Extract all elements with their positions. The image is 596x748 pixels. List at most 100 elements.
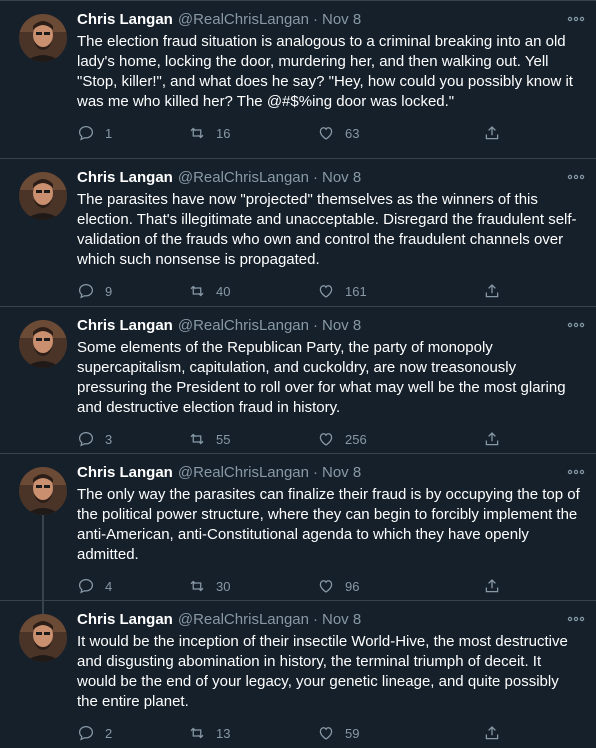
reply-count: 4: [105, 578, 113, 594]
share-button[interactable]: [483, 722, 501, 744]
reply-icon: [77, 430, 95, 448]
reply-icon: [77, 724, 95, 742]
like-button[interactable]: 63: [317, 122, 359, 144]
retweet-button[interactable]: 30: [188, 575, 230, 597]
avatar[interactable]: [19, 320, 67, 368]
reply-icon: [77, 577, 95, 595]
tweet-actions: 4 30 96: [77, 575, 517, 597]
tweet-actions: 1 16 63: [77, 122, 517, 144]
reply-count: 3: [105, 431, 113, 447]
share-icon: [483, 124, 501, 142]
retweet-icon: [188, 577, 206, 595]
tweet-text: The only way the parasites can finalize …: [77, 486, 580, 563]
like-count: 256: [345, 431, 367, 447]
reply-button[interactable]: 4: [77, 575, 112, 597]
tweet-text: It would be the inception of their insec…: [77, 633, 568, 710]
tweet[interactable]: Chris Langan @RealChrisLangan · Nov 8 Some …: [0, 306, 596, 453]
more-icon[interactable]: [567, 465, 585, 479]
tweet-header: Chris Langan @RealChrisLangan · Nov 8: [77, 610, 556, 630]
tweet-date[interactable]: Nov 8: [322, 169, 361, 186]
author-name[interactable]: Chris Langan: [77, 464, 173, 481]
author-name[interactable]: Chris Langan: [77, 11, 173, 28]
reply-count: 9: [105, 283, 113, 299]
retweet-button[interactable]: 16: [188, 122, 230, 144]
avatar[interactable]: [19, 14, 67, 62]
tweet-header: Chris Langan @RealChrisLangan · Nov 8: [77, 463, 556, 483]
retweet-count: 16: [216, 125, 231, 141]
retweet-count: 30: [216, 578, 231, 594]
heart-icon: [317, 124, 335, 142]
heart-icon: [317, 724, 335, 742]
share-button[interactable]: [483, 575, 501, 597]
retweet-icon: [188, 282, 206, 300]
share-icon: [483, 430, 501, 448]
share-icon: [483, 724, 501, 742]
share-button[interactable]: [483, 122, 501, 144]
share-button[interactable]: [483, 280, 501, 302]
author-name[interactable]: Chris Langan: [77, 317, 173, 334]
tweet-date[interactable]: Nov 8: [322, 611, 361, 628]
retweet-button[interactable]: 13: [188, 722, 230, 744]
heart-icon: [317, 577, 335, 595]
reply-count: 2: [105, 725, 113, 741]
retweet-count: 13: [216, 725, 231, 741]
author-handle[interactable]: @RealChrisLangan: [178, 169, 309, 186]
like-button[interactable]: 59: [317, 722, 359, 744]
reply-button[interactable]: 3: [77, 428, 112, 450]
retweet-count: 55: [216, 431, 231, 447]
reply-button[interactable]: 1: [77, 122, 112, 144]
retweet-icon: [188, 430, 206, 448]
tweet-text: Some elements of the Republican Party, t…: [77, 339, 566, 416]
header-separator: ·: [313, 169, 318, 186]
share-button[interactable]: [483, 428, 501, 450]
avatar[interactable]: [19, 172, 67, 220]
retweet-icon: [188, 124, 206, 142]
like-count: 161: [345, 283, 367, 299]
like-count: 63: [345, 125, 360, 141]
reply-button[interactable]: 9: [77, 280, 112, 302]
tweet-feed: Chris Langan @RealChrisLangan · Nov 8 The e…: [0, 0, 596, 748]
tweet-header: Chris Langan @RealChrisLangan · Nov 8: [77, 316, 556, 336]
header-separator: ·: [313, 611, 318, 628]
header-separator: ·: [313, 464, 318, 481]
reply-button[interactable]: 2: [77, 722, 112, 744]
heart-icon: [317, 282, 335, 300]
more-icon[interactable]: [567, 12, 585, 26]
retweet-button[interactable]: 55: [188, 428, 230, 450]
author-handle[interactable]: @RealChrisLangan: [178, 611, 309, 628]
tweet-date[interactable]: Nov 8: [322, 11, 361, 28]
tweet-actions: 3 55 256: [77, 428, 517, 450]
reply-icon: [77, 124, 95, 142]
tweet-date[interactable]: Nov 8: [322, 317, 361, 334]
tweet-header: Chris Langan @RealChrisLangan · Nov 8: [77, 10, 556, 30]
author-name[interactable]: Chris Langan: [77, 169, 173, 186]
reply-icon: [77, 282, 95, 300]
tweet[interactable]: Chris Langan @RealChrisLangan · Nov 8 It wo…: [0, 600, 596, 748]
more-icon[interactable]: [567, 170, 585, 184]
retweet-button[interactable]: 40: [188, 280, 230, 302]
like-button[interactable]: 256: [317, 428, 367, 450]
tweet-text: The parasites have now "projected" thems…: [77, 191, 577, 268]
avatar[interactable]: [19, 614, 67, 662]
author-name[interactable]: Chris Langan: [77, 611, 173, 628]
header-separator: ·: [313, 11, 318, 28]
tweet-actions: 2 13 59: [77, 722, 517, 744]
like-button[interactable]: 161: [317, 280, 367, 302]
tweet-actions: 9 40 161: [77, 280, 517, 302]
heart-icon: [317, 430, 335, 448]
header-separator: ·: [313, 317, 318, 334]
author-handle[interactable]: @RealChrisLangan: [178, 11, 309, 28]
more-icon[interactable]: [567, 318, 585, 332]
tweet[interactable]: Chris Langan @RealChrisLangan · Nov 8 The p…: [0, 158, 596, 306]
avatar[interactable]: [19, 467, 67, 515]
more-icon[interactable]: [567, 612, 585, 626]
like-button[interactable]: 96: [317, 575, 359, 597]
author-handle[interactable]: @RealChrisLangan: [178, 317, 309, 334]
author-handle[interactable]: @RealChrisLangan: [178, 464, 309, 481]
retweet-count: 40: [216, 283, 231, 299]
tweet[interactable]: Chris Langan @RealChrisLangan · Nov 8 The o…: [0, 453, 596, 600]
tweet[interactable]: Chris Langan @RealChrisLangan · Nov 8 The e…: [0, 0, 596, 158]
tweet-text: The election fraud situation is analogou…: [77, 33, 573, 110]
reply-count: 1: [105, 125, 113, 141]
tweet-date[interactable]: Nov 8: [322, 464, 361, 481]
